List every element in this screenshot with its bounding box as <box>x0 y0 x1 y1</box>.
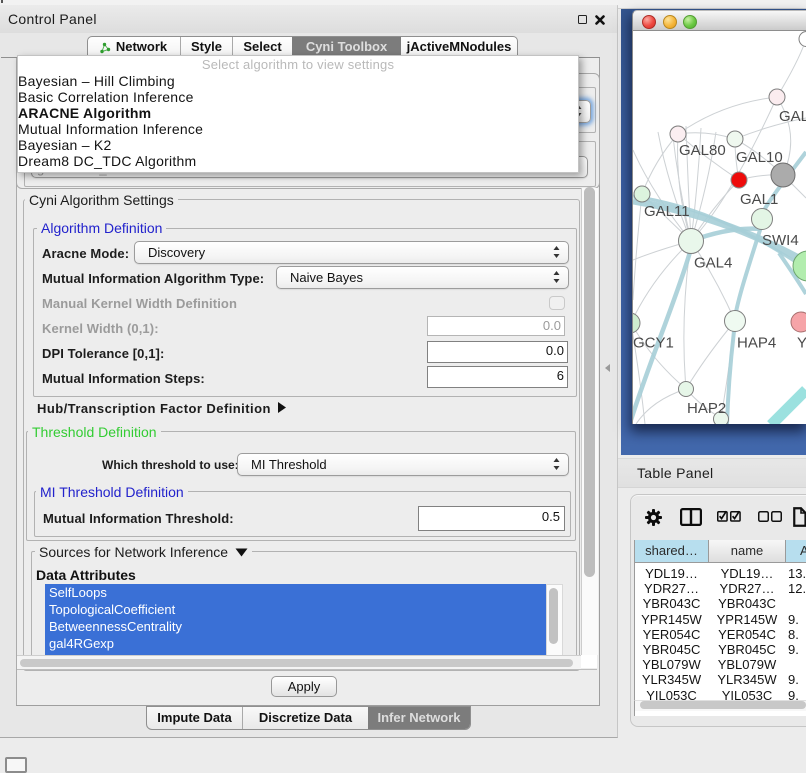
svg-text:GAL1: GAL1 <box>740 191 778 208</box>
svg-text:HAP4: HAP4 <box>737 335 776 352</box>
svg-text:GCY1: GCY1 <box>633 335 674 352</box>
svg-text:HAP2: HAP2 <box>687 400 726 417</box>
svg-text:GAL4: GAL4 <box>694 255 732 272</box>
svg-text:GAL80: GAL80 <box>679 142 726 159</box>
svg-text:YM: YM <box>797 335 806 352</box>
svg-text:GAL11: GAL11 <box>644 203 690 220</box>
svg-text:GAL10: GAL10 <box>736 149 783 166</box>
svg-text:GAL2: GAL2 <box>779 108 806 125</box>
svg-text:SWI4: SWI4 <box>762 232 799 249</box>
